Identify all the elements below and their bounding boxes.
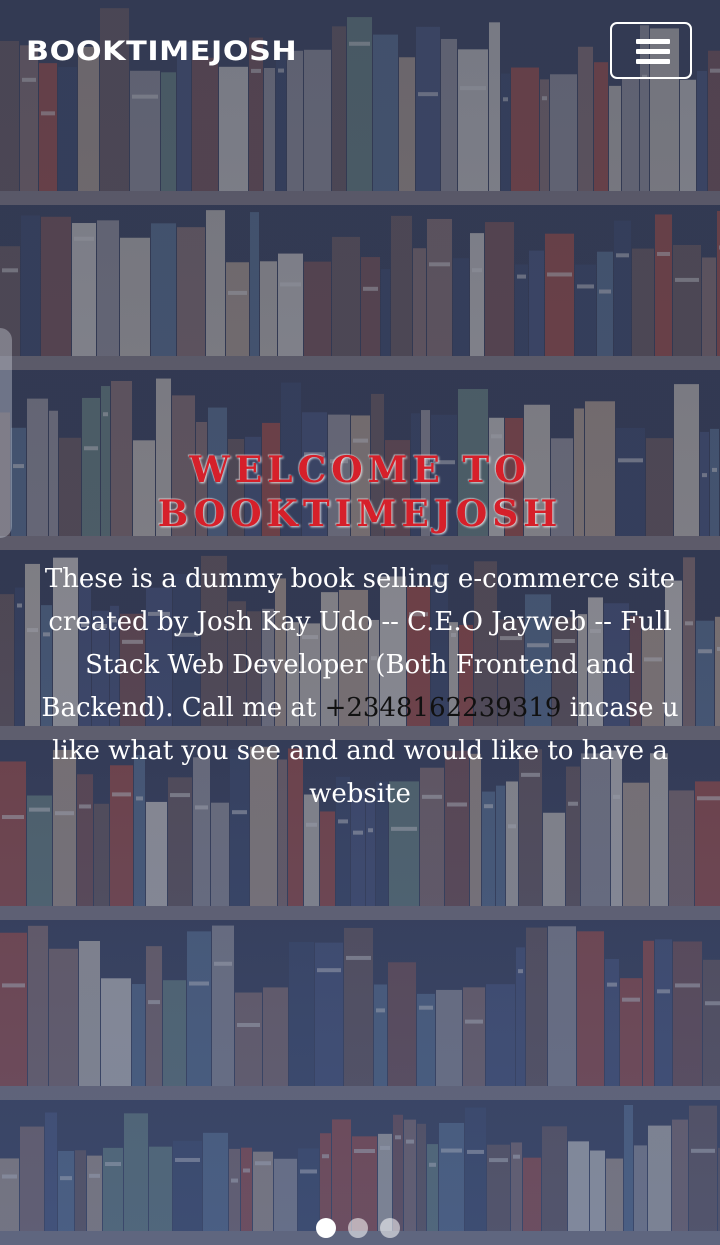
menu-toggle-button[interactable] — [610, 22, 692, 79]
navbar: BOOKTIMEJOSH — [0, 0, 720, 104]
brand-logo[interactable]: BOOKTIMEJOSH — [26, 36, 297, 68]
phone-link[interactable]: +2348162239319 — [325, 693, 562, 723]
hamburger-menu-icon-bar — [636, 49, 670, 54]
hamburger-menu-icon-bar — [636, 59, 670, 64]
carousel-indicator-2[interactable] — [348, 1218, 368, 1238]
hero-title-line1: WELCOME TO — [189, 449, 531, 491]
carousel-indicators — [316, 1218, 400, 1238]
hero-title: WELCOME TO BOOKTIMEJOSH — [30, 448, 690, 536]
carousel-prev-control[interactable] — [0, 328, 12, 538]
hamburger-menu-icon — [636, 39, 670, 44]
carousel-indicator-3[interactable] — [380, 1218, 400, 1238]
hero-description: These is a dummy book selling e-commerce… — [30, 558, 690, 816]
carousel-indicator-1[interactable] — [316, 1218, 336, 1238]
hero-title-line2: BOOKTIMEJOSH — [157, 493, 563, 535]
hero-caption: WELCOME TO BOOKTIMEJOSH These is a dummy… — [30, 448, 690, 816]
